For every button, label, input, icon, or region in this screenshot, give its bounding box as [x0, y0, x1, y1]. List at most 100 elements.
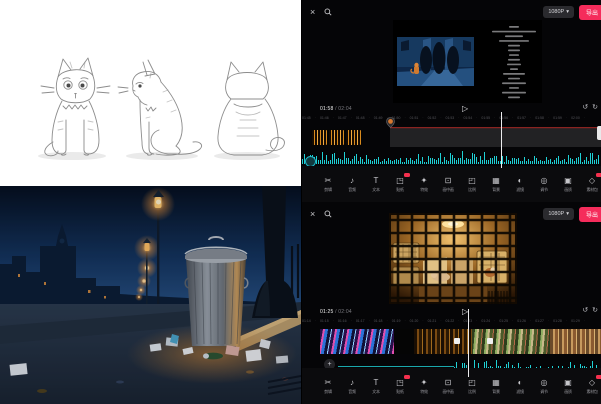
toolbar-filter-button[interactable]: ◐滤镜: [508, 378, 532, 394]
undo-icon[interactable]: ↺: [582, 306, 588, 314]
toolbar-sticker-button[interactable]: ◳贴纸: [388, 378, 412, 394]
toolbar-scissors-button[interactable]: ✂剪辑: [316, 378, 340, 394]
toolbar-assets-button[interactable]: ◇素材包: [580, 378, 601, 394]
keyframe-pin[interactable]: [386, 117, 395, 128]
undo-icon[interactable]: ↺: [582, 103, 588, 111]
toolbar-effects-button[interactable]: ✦特效: [412, 176, 436, 192]
ratio-icon: ◰: [468, 378, 476, 387]
toolbar-quality-button[interactable]: ▣画质: [556, 176, 580, 192]
editor-top-header: × 1080P▾ 导出: [302, 0, 601, 24]
toolbar-label: 画质: [564, 187, 571, 192]
toolbar-label: 剪辑: [324, 187, 331, 192]
ruler-tick-label: 01:27: [535, 319, 544, 323]
toolbar-scissors-button[interactable]: ✂剪辑: [316, 176, 340, 192]
ruler-tick: ·: [333, 116, 334, 120]
cat-sketch-panel: [0, 0, 301, 186]
toolbar-text-button[interactable]: T文本: [364, 378, 388, 394]
background-icon: ▦: [492, 378, 500, 387]
toolbar-pip-button[interactable]: ⊡画中画: [436, 176, 460, 192]
close-icon[interactable]: ×: [310, 8, 315, 17]
text-icon: T: [374, 176, 379, 185]
ruler-tick-label: 01:52: [428, 116, 437, 120]
ruler-tick: ·: [530, 116, 531, 120]
ruler-tick-label: 01:14: [302, 319, 311, 323]
timeline-ruler-bottom[interactable]: 01:14·01:15·01:16·01:17·01:18·01:19·01:2…: [302, 317, 601, 324]
clip-black[interactable]: [394, 329, 414, 354]
toolbar-label: 调节: [540, 187, 547, 192]
toolbar-background-button[interactable]: ▦背景: [484, 378, 508, 394]
toolbar-label: 音频: [348, 187, 355, 192]
ruler-tick-label: 01:21: [428, 319, 437, 323]
video-clip-thumbnails[interactable]: [311, 129, 362, 146]
ruler-tick-label: 01:45: [302, 116, 311, 120]
redo-icon[interactable]: ↻: [592, 103, 598, 111]
preview-player-top[interactable]: [393, 20, 542, 103]
ruler-tick-label: 01:15: [320, 319, 329, 323]
toolbar-filter-button[interactable]: ◐滤镜: [508, 176, 532, 192]
sticker-icon: ◳: [396, 176, 404, 185]
toolbar-background-button[interactable]: ▦背景: [484, 176, 508, 192]
toolbar-text-button[interactable]: T文本: [364, 176, 388, 192]
toolbar-quality-button[interactable]: ▣画质: [556, 378, 580, 394]
ruler-tick: ·: [440, 116, 441, 120]
play-button[interactable]: ▷: [462, 105, 468, 113]
toolbar-label: 滤镜: [516, 187, 523, 192]
toolbar-adjust-button[interactable]: ◎调节: [532, 378, 556, 394]
clip-street-day[interactable]: [472, 329, 550, 354]
search-icon[interactable]: [324, 8, 332, 16]
new-feature-badge: [596, 173, 601, 177]
ruler-tick: ·: [476, 319, 477, 323]
toolbar-sticker-button[interactable]: ◳贴纸: [388, 176, 412, 192]
text-clip[interactable]: [390, 128, 601, 147]
export-button[interactable]: 导出: [579, 5, 601, 20]
transport-bar-bottom: 01:25 / 02:04 ▷ ↺↻: [302, 306, 601, 317]
ruler-tick: ·: [584, 116, 585, 120]
playhead[interactable]: [501, 112, 502, 168]
toolbar-music-note-button[interactable]: ♪音频: [340, 176, 364, 192]
toolbar-ratio-button[interactable]: ◰比例: [460, 176, 484, 192]
transition-button[interactable]: [487, 338, 493, 344]
ruler-tick-label: 01:46: [320, 116, 329, 120]
credits-scene-frame: [397, 37, 474, 86]
toolbar-adjust-button[interactable]: ◎调节: [532, 176, 556, 192]
redo-icon[interactable]: ↻: [592, 306, 598, 314]
export-button[interactable]: 导出: [579, 207, 601, 222]
ruler-tick-label: 01:18: [374, 319, 383, 323]
preview-player-bottom[interactable]: [389, 213, 517, 304]
toolbar-label: 剪辑: [324, 389, 331, 394]
effects-icon: ✦: [421, 176, 428, 185]
audio-track[interactable]: [302, 148, 601, 165]
ruler-tick: ·: [404, 319, 405, 323]
assets-icon: ◇: [589, 176, 595, 185]
clip-cafe[interactable]: [550, 329, 601, 354]
toolbar-pip-button[interactable]: ⊡画中画: [436, 378, 460, 394]
ruler-tick-label: 01:49: [374, 116, 383, 120]
toolbar-music-note-button[interactable]: ♪音频: [340, 378, 364, 394]
toolbar-label: 素材包: [586, 389, 597, 394]
clip-van-interior[interactable]: [414, 329, 472, 354]
screenshot-root: × 1080P▾ 导出: [0, 0, 601, 404]
toolbar-effects-button[interactable]: ✦特效: [412, 378, 436, 394]
search-icon[interactable]: [324, 210, 332, 218]
close-icon[interactable]: ×: [310, 210, 315, 219]
ruler-tick: ·: [351, 116, 352, 120]
toolbar-label: 画质: [564, 389, 571, 394]
ruler-tick: ·: [494, 116, 495, 120]
toolbar-label: 素材包: [586, 187, 597, 192]
cat-side-view: [118, 60, 202, 155]
timeline-ruler-top[interactable]: 01:45·01:46·01:47·01:48·01:49·01:50·01:5…: [302, 114, 601, 121]
toolbar-label: 画中画: [442, 389, 453, 394]
resolution-dropdown[interactable]: 1080P▾: [543, 208, 574, 220]
transition-button[interactable]: [454, 338, 460, 344]
playhead[interactable]: [468, 309, 469, 377]
ruler-tick-label: 01:26: [517, 319, 526, 323]
clip-trim-handle[interactable]: [597, 126, 601, 140]
video-track[interactable]: [320, 329, 601, 354]
resolution-dropdown[interactable]: 1080P▾: [543, 6, 574, 18]
toolbar-assets-button[interactable]: ◇ 素材包: [580, 176, 601, 192]
toolbar-label: 文本: [372, 389, 379, 394]
filter-icon: ◐: [518, 378, 523, 387]
toolbar-ratio-button[interactable]: ◰比例: [460, 378, 484, 394]
sticker-icon: ◳: [396, 378, 404, 387]
clip-disco[interactable]: [320, 329, 394, 354]
